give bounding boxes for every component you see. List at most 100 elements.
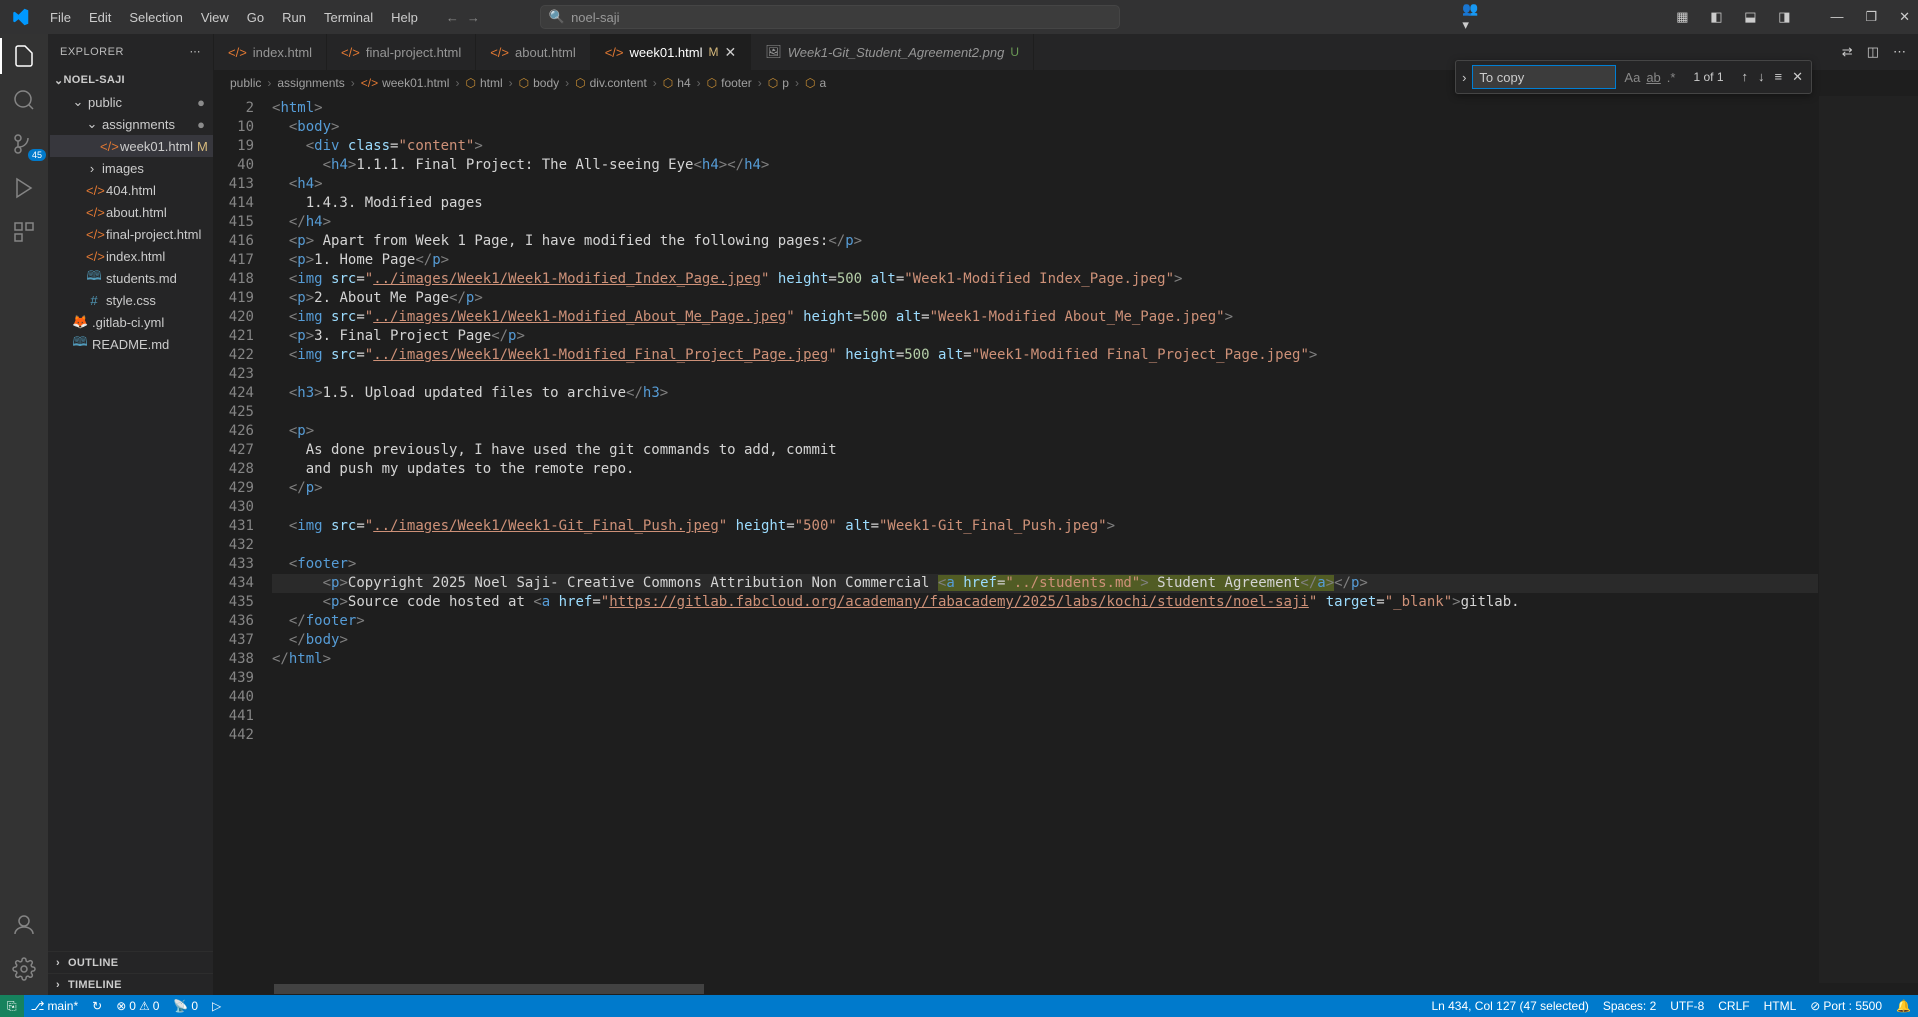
find-input[interactable] [1472, 65, 1616, 89]
breadcrumb-item[interactable]: </> week01.html [361, 76, 450, 90]
outline-section[interactable]: ›OUTLINE [48, 951, 213, 973]
run-debug-icon[interactable] [10, 174, 38, 202]
vscode-logo-icon [8, 5, 32, 29]
menu-go[interactable]: Go [239, 6, 272, 29]
menu-selection[interactable]: Selection [121, 6, 190, 29]
folder-public[interactable]: ⌄public● [50, 91, 213, 113]
cursor-position[interactable]: Ln 434, Col 127 (47 selected) [1424, 999, 1595, 1013]
status-bar: ⎘ ⎇main* ↻ ⊗0 ⚠0 📡0 ▷ Ln 434, Col 127 (4… [0, 995, 1918, 1017]
breadcrumb-item[interactable]: ⬡ html [465, 76, 502, 90]
horizontal-scrollbar[interactable] [214, 983, 1918, 995]
menu-help[interactable]: Help [383, 6, 426, 29]
breadcrumb-item[interactable]: public [230, 76, 261, 90]
find-count: 1 of 1 [1683, 70, 1733, 84]
tab-about.html[interactable]: </>about.html [476, 34, 591, 70]
more-tab-icon[interactable]: ⋯ [1893, 44, 1906, 60]
play-icon: ▷ [212, 999, 221, 1013]
code-editor[interactable]: 2101940413414415416417418419420421422423… [214, 96, 1918, 983]
editor-area: </>index.html</>final-project.html</>abo… [214, 34, 1918, 995]
git-branch[interactable]: ⎇main* [24, 999, 86, 1013]
activity-bar: 45 [0, 34, 48, 995]
menu-terminal[interactable]: Terminal [316, 6, 381, 29]
file-.gitlab-ci.yml[interactable]: 🦊.gitlab-ci.yml [50, 311, 213, 333]
tab-Week1-Git_Student_Agreement2.png[interactable]: 🖼Week1-Git_Student_Agreement2.pngU [751, 34, 1034, 70]
explorer-title: EXPLORER [60, 46, 124, 58]
file-students.md[interactable]: 🕮students.md [50, 267, 213, 289]
menu-edit[interactable]: Edit [81, 6, 119, 29]
tab-index.html[interactable]: </>index.html [214, 34, 327, 70]
file-README.md[interactable]: 🕮README.md [50, 333, 213, 355]
copilot-icon[interactable]: 👥 ▾ [1462, 9, 1478, 25]
minimap[interactable] [1818, 96, 1918, 983]
radio-icon: 📡 [173, 999, 188, 1013]
nav-back-icon[interactable]: ← [446, 10, 459, 25]
breadcrumb-item[interactable]: ⬡ div.content [575, 76, 647, 90]
file-final-project.html[interactable]: </>final-project.html [50, 223, 213, 245]
sync-button[interactable]: ↻ [85, 999, 109, 1013]
folder-assignments[interactable]: ⌄assignments● [50, 113, 213, 135]
menu-run[interactable]: Run [274, 6, 314, 29]
encoding[interactable]: UTF-8 [1663, 999, 1711, 1013]
problems[interactable]: ⊗0 ⚠0 [109, 999, 166, 1013]
maximize-icon[interactable]: ❐ [1865, 9, 1877, 25]
minimize-icon[interactable]: — [1830, 9, 1843, 25]
accounts-icon[interactable] [10, 911, 38, 939]
compare-icon[interactable]: ⇄ [1842, 44, 1853, 60]
live-server[interactable]: ⊘ Port : 5500 [1803, 999, 1889, 1013]
find-widget: › Aa ab .* 1 of 1 ↑ ↓ ≡ ✕ [1455, 60, 1812, 94]
breadcrumb-item[interactable]: ⬡ h4 [663, 76, 691, 90]
source-control-icon[interactable]: 45 [10, 130, 38, 158]
language-mode[interactable]: HTML [1757, 999, 1804, 1013]
extensions-icon[interactable] [10, 218, 38, 246]
find-prev-icon[interactable]: ↑ [1742, 69, 1749, 85]
breadcrumb-item[interactable]: ⬡ p [768, 76, 789, 90]
breadcrumb-item[interactable]: assignments [277, 76, 344, 90]
file-404.html[interactable]: </>404.html [50, 179, 213, 201]
file-about.html[interactable]: </>about.html [50, 201, 213, 223]
tab-final-project.html[interactable]: </>final-project.html [327, 34, 476, 70]
timeline-section[interactable]: ›TIMELINE [48, 973, 213, 995]
panel-left-icon[interactable]: ◧ [1708, 9, 1724, 25]
eol[interactable]: CRLF [1711, 999, 1756, 1013]
notifications-icon[interactable]: 🔔 [1889, 999, 1918, 1013]
panel-bottom-icon[interactable]: ⬓ [1742, 9, 1758, 25]
find-next-icon[interactable]: ↓ [1758, 69, 1765, 85]
branch-icon: ⎇ [31, 999, 45, 1013]
regex-icon[interactable]: .* [1667, 70, 1676, 85]
panel-right-icon[interactable]: ◨ [1776, 9, 1792, 25]
find-expand-icon[interactable]: › [1456, 70, 1472, 85]
search-activity-icon[interactable] [10, 86, 38, 114]
search-text: noel-saji [571, 10, 619, 25]
command-center[interactable]: 🔍 noel-saji [540, 5, 1120, 29]
file-week01.html[interactable]: </>week01.htmlM [50, 135, 213, 157]
titlebar: FileEditSelectionViewGoRunTerminalHelp ←… [0, 0, 1918, 34]
code-content[interactable]: <html> <body> <div class="content"> <h4>… [272, 96, 1818, 983]
explorer-icon[interactable] [10, 42, 38, 70]
project-header[interactable]: ⌄ NOEL-SAJI [48, 69, 213, 91]
close-icon[interactable]: ✕ [725, 44, 737, 61]
menu-file[interactable]: File [42, 6, 79, 29]
radio[interactable]: 📡0 [166, 999, 205, 1013]
more-icon[interactable]: ⋯ [190, 45, 202, 58]
breadcrumb-item[interactable]: ⬡ body [519, 76, 560, 90]
split-icon[interactable]: ◫ [1867, 44, 1879, 60]
breadcrumb-item[interactable]: ⬡ footer [707, 76, 752, 90]
find-selection-icon[interactable]: ≡ [1775, 69, 1783, 85]
file-style.css[interactable]: #style.css [50, 289, 213, 311]
indentation[interactable]: Spaces: 2 [1596, 999, 1663, 1013]
live-share[interactable]: ▷ [205, 999, 228, 1013]
menu-view[interactable]: View [193, 6, 237, 29]
remote-indicator[interactable]: ⎘ [0, 995, 24, 1017]
file-index.html[interactable]: </>index.html [50, 245, 213, 267]
settings-gear-icon[interactable] [10, 955, 38, 983]
folder-images[interactable]: ›images [50, 157, 213, 179]
breadcrumb-item[interactable]: ⬡ a [805, 76, 826, 90]
match-word-icon[interactable]: ab [1646, 70, 1660, 85]
close-window-icon[interactable]: ✕ [1899, 9, 1910, 25]
layout-customize-icon[interactable]: ▦ [1674, 9, 1690, 25]
scm-badge: 45 [28, 149, 46, 161]
nav-forward-icon[interactable]: → [467, 10, 480, 25]
tab-week01.html[interactable]: </>week01.htmlM✕ [591, 34, 752, 70]
find-close-icon[interactable]: ✕ [1792, 69, 1803, 85]
match-case-icon[interactable]: Aa [1624, 70, 1640, 85]
